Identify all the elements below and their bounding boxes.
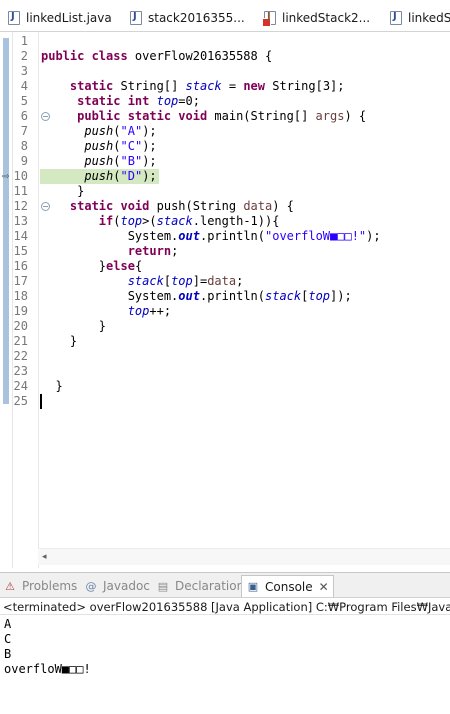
console-output[interactable]: A C B overfloW■□□!: [0, 617, 450, 677]
line-number: 15: [13, 244, 28, 258]
tab-linkedstack2[interactable]: linkedStack2...: [262, 6, 371, 30]
code-editor[interactable]: ⇨ − − 1 2 3 4 5 6 7 8 9 10 11 12 13 14 15 16 17 18 19 20 21 2…: [0, 32, 450, 568]
code-line-7: push("A");: [84, 124, 157, 138]
line-number: 17: [13, 274, 28, 288]
line-number: 23: [13, 364, 28, 378]
code-line-17: stack[top]=data;: [127, 274, 244, 288]
java-file-icon: [130, 11, 142, 25]
line-number: 22: [13, 349, 28, 363]
tab-label: linkedList.java: [26, 11, 112, 25]
declaration-icon: ▤: [157, 579, 169, 593]
code-line-11: }: [77, 184, 85, 198]
tab-label: Declaration: [175, 579, 245, 593]
line-number: 24: [13, 379, 28, 393]
code-line-8: push("C");: [84, 139, 157, 153]
line-number: 6: [20, 109, 28, 123]
code-line-24: }: [55, 379, 63, 393]
line-number: 20: [13, 319, 28, 333]
code-line-5: static int top=0;: [77, 94, 200, 108]
line-number: 9: [20, 154, 28, 168]
code-line-18: System.out.println(stack[top]);: [127, 289, 352, 303]
bottom-panel-tabs: ⚠ Problems @ Javadoc ▤ Declaration ▣ Con…: [0, 572, 450, 598]
line-number: 3: [20, 64, 28, 78]
java-file-icon: [8, 11, 20, 25]
tab-label: stack2016355...: [148, 11, 245, 25]
line-number: 18: [13, 289, 28, 303]
console-output-line: B: [4, 647, 12, 661]
console-status-line: <terminated> overFlow201635588 [Java App…: [0, 599, 450, 615]
tab-label: linkedSt: [408, 11, 450, 25]
code-line-9: push("B");: [84, 154, 157, 168]
line-number: 1: [20, 34, 28, 48]
line-number: 5: [20, 94, 28, 108]
code-line-6: public static void main(String[] args) {: [77, 109, 367, 123]
line-number: 21: [13, 334, 28, 348]
code-line-14: System.out.println("overfloW■□□!");: [127, 229, 381, 243]
tab-label: Problems: [22, 579, 78, 593]
at-icon: @: [85, 579, 97, 593]
tab-stack2016355[interactable]: stack2016355...: [130, 6, 245, 30]
line-number: 8: [20, 139, 28, 153]
console-icon: ▣: [247, 580, 259, 593]
code-line-20: }: [98, 319, 107, 333]
line-number: 10: [13, 169, 28, 183]
tab-label: Javadoc: [103, 579, 150, 593]
code-line-19: top++;: [127, 304, 172, 318]
horizontal-scrollbar[interactable]: ◂: [38, 548, 450, 565]
line-number: 2: [20, 49, 28, 63]
line-number: 19: [13, 304, 28, 318]
code-line-16: }else{: [98, 259, 143, 273]
tab-declaration[interactable]: ▤ Declaration: [156, 575, 244, 597]
tab-linkedst[interactable]: linkedSt: [390, 6, 450, 30]
tab-label: Console: [265, 579, 313, 594]
line-number: 4: [20, 79, 28, 93]
console-output-line: A: [4, 617, 12, 631]
line-number: 16: [13, 259, 28, 273]
code-text-area[interactable]: public class overFlow201635588 { static …: [38, 32, 450, 568]
code-line-15: return;: [127, 244, 179, 258]
problems-icon: ⚠: [5, 579, 15, 593]
line-number: 14: [13, 229, 28, 243]
line-number: 13: [13, 214, 28, 228]
text-cursor: [40, 394, 42, 409]
close-icon[interactable]: ✕: [319, 580, 329, 594]
tab-label: linkedStack2...: [282, 11, 371, 25]
code-line-13: if(top>(stack.length-1)){: [98, 214, 280, 228]
line-number-gutter: − − 1 2 3 4 5 6 7 8 9 10 11 12 13 14 15 16 17 18 19 20 21 22 2…: [14, 32, 50, 568]
code-line-10: push("D");: [84, 169, 157, 183]
console-output-line: overfloW■□□!: [4, 662, 91, 676]
tab-linkedlist[interactable]: linkedList.java: [8, 6, 112, 30]
code-line-4: static String[] stack = new String[3];: [69, 79, 345, 93]
tab-console[interactable]: ▣ Console ✕: [241, 575, 334, 597]
code-line-12: static void push(String data) {: [69, 199, 294, 213]
editor-tab-bar: linkedList.java stack2016355... linkedSt…: [0, 0, 450, 32]
java-file-icon: [390, 11, 402, 25]
code-line-21: }: [69, 334, 78, 348]
code-line-2: public class overFlow201635588 {: [41, 49, 273, 63]
line-number: 11: [13, 184, 28, 198]
line-number: 12: [13, 199, 28, 213]
line-number: 7: [20, 124, 28, 138]
tab-problems[interactable]: ⚠ Problems: [3, 575, 77, 597]
tab-javadoc[interactable]: @ Javadoc: [84, 575, 150, 597]
scroll-left-icon[interactable]: ◂: [42, 549, 47, 565]
java-file-error-icon: [262, 11, 276, 27]
line-number: 25: [13, 394, 28, 408]
console-output-line: C: [4, 632, 12, 646]
